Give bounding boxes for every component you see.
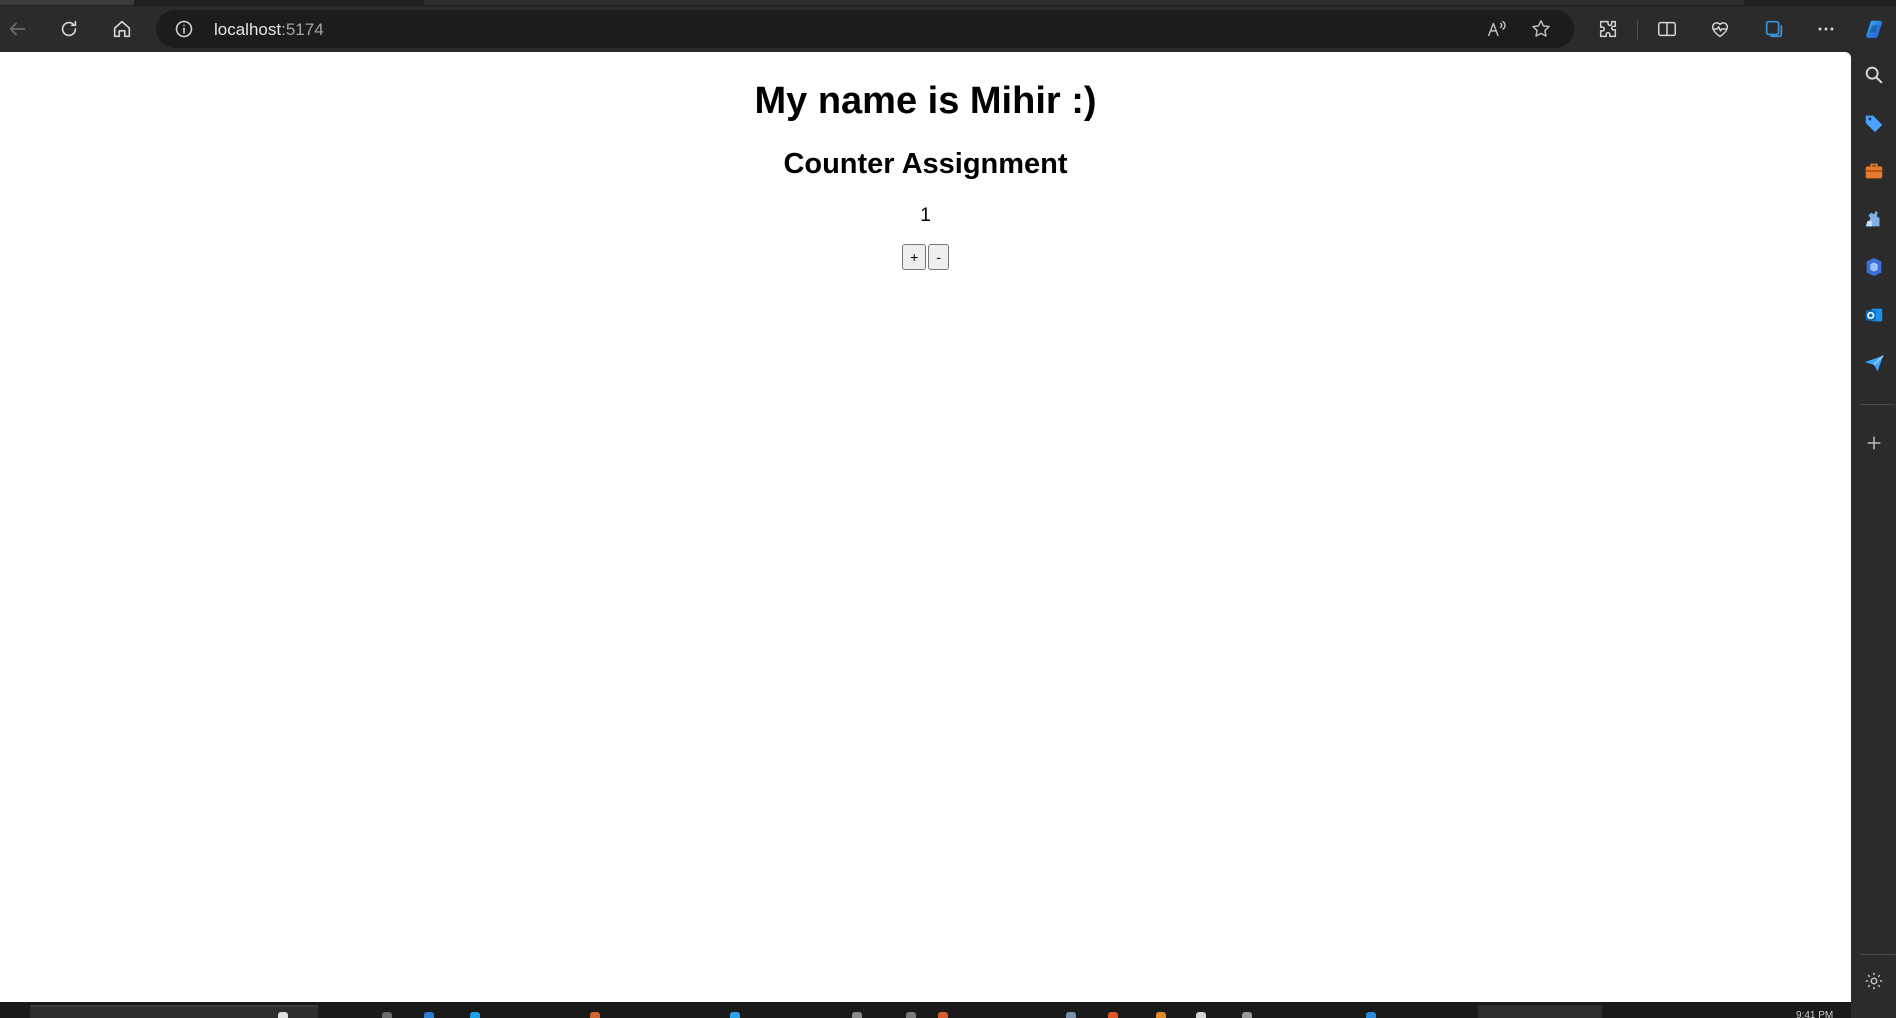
back-button[interactable]: [0, 12, 34, 46]
taskbar: 9:41 PM: [0, 1002, 1851, 1018]
search-icon: [1865, 66, 1883, 84]
outlook-icon: [1865, 308, 1883, 322]
taskbar-app-icon[interactable]: [1108, 1012, 1118, 1018]
more-button[interactable]: [1809, 12, 1843, 46]
taskbar-app-icon[interactable]: [1196, 1012, 1206, 1018]
taskbar-app-icon[interactable]: [382, 1012, 392, 1018]
toolbar-divider: [1637, 20, 1638, 40]
counter-value: 1: [920, 205, 931, 226]
browser-essentials-button[interactable]: [1703, 12, 1737, 46]
browser-toolbar: localhost:5174: [0, 6, 1896, 52]
page-subtitle: Counter Assignment: [783, 148, 1068, 180]
counter-app: My name is Mihir :) Counter Assignment 1…: [0, 52, 1851, 270]
read-aloud-icon[interactable]: [1486, 18, 1508, 40]
sidebar-search[interactable]: [1861, 62, 1887, 88]
sidebar-drop[interactable]: [1861, 350, 1887, 376]
taskbar-active-window[interactable]: [30, 1005, 318, 1018]
settings-icon: [1865, 972, 1883, 990]
url-host: localhost: [214, 20, 282, 39]
reload-icon: [61, 20, 77, 37]
heart-pulse-icon: [1711, 22, 1729, 38]
split-screen-button[interactable]: [1650, 12, 1684, 46]
send-icon: [1864, 355, 1884, 372]
briefcase-icon: [1865, 163, 1883, 179]
copilot-button[interactable]: [1858, 12, 1892, 46]
url-port: :5174: [281, 20, 324, 39]
taskbar-app-icon[interactable]: [1156, 1012, 1166, 1018]
edge-sidebar: [1851, 52, 1896, 1018]
sidebar-games[interactable]: [1861, 206, 1887, 232]
office-icon: [1866, 257, 1882, 277]
collections-icon: [1765, 20, 1783, 38]
sidebar-outlook[interactable]: [1861, 302, 1887, 328]
puzzle-icon: [1599, 20, 1617, 38]
sidebar-tools[interactable]: [1861, 158, 1887, 184]
address-bar[interactable]: localhost:5174: [156, 10, 1574, 48]
sidebar-office[interactable]: [1861, 254, 1887, 280]
counter-buttons: + -: [0, 244, 1851, 270]
tab-strip-bar: [424, 0, 1744, 5]
star-icon[interactable]: [1530, 18, 1552, 40]
sidebar-shopping[interactable]: [1861, 110, 1887, 136]
taskbar-app-icon[interactable]: [852, 1012, 862, 1018]
reload-button[interactable]: [52, 12, 86, 46]
ellipsis-icon: [1818, 27, 1834, 31]
home-icon: [113, 20, 131, 38]
url-text[interactable]: localhost:5174: [214, 20, 324, 40]
taskbar-app-icon[interactable]: [938, 1012, 948, 1018]
sidebar-divider-bottom: [1861, 954, 1895, 955]
taskbar-app-icon[interactable]: [730, 1012, 740, 1018]
page-viewport: My name is Mihir :) Counter Assignment 1…: [0, 52, 1851, 1002]
back-arrow-icon: [9, 22, 26, 36]
info-icon[interactable]: [174, 19, 194, 39]
taskbar-app-icon[interactable]: [590, 1012, 600, 1018]
browser-window: localhost:5174 My name is Mihir:) Count…: [0, 0, 1896, 1018]
tab-active[interactable]: [0, 0, 134, 5]
taskbar-app-icon[interactable]: [906, 1012, 916, 1018]
taskbar-app-icon[interactable]: [1242, 1012, 1252, 1018]
taskbar-app-icon[interactable]: [278, 1012, 288, 1018]
sidebar-add[interactable]: [1861, 430, 1887, 456]
add-icon: [1867, 436, 1881, 450]
tag-icon: [1865, 115, 1883, 133]
split-screen-icon: [1658, 21, 1676, 37]
sidebar-settings[interactable]: [1861, 968, 1887, 994]
taskbar-app-icon[interactable]: [424, 1012, 434, 1018]
page-title: My name is Mihir :): [754, 80, 1097, 122]
copilot-icon: [1866, 20, 1882, 38]
decrement-button[interactable]: -: [928, 244, 949, 270]
taskbar-clock: 9:41 PM: [1796, 1010, 1834, 1018]
home-button[interactable]: [105, 12, 139, 46]
collections-button[interactable]: [1757, 12, 1791, 46]
taskbar-app-icon[interactable]: [470, 1012, 480, 1018]
increment-button[interactable]: +: [902, 244, 927, 270]
taskbar-active-window-2[interactable]: [1478, 1005, 1602, 1018]
taskbar-app-icon[interactable]: [1066, 1012, 1076, 1018]
taskbar-app-icon[interactable]: [1366, 1012, 1376, 1018]
sidebar-divider: [1861, 404, 1895, 405]
games-icon: [1865, 210, 1880, 227]
extensions-button[interactable]: [1591, 12, 1625, 46]
